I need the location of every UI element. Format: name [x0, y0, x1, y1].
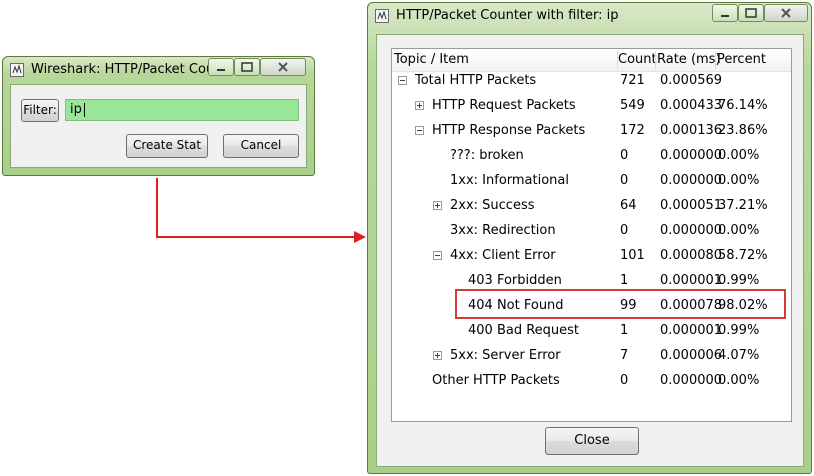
collapse-icon[interactable] — [398, 76, 407, 85]
filter-input[interactable]: ip — [65, 99, 299, 121]
row-label: 400 Bad Request — [468, 323, 580, 338]
row-count: 721 — [620, 73, 645, 88]
row-percent: 58.72% — [718, 248, 768, 263]
row-percent: 23.86% — [718, 123, 768, 138]
row-label: 1xx: Informational — [450, 173, 569, 188]
row-count: 64 — [620, 198, 637, 213]
filter-input-value: ip — [70, 102, 82, 117]
row-label: 2xx: Success — [450, 198, 535, 213]
row-rate: 0.000569 — [660, 73, 723, 88]
cancel-button[interactable]: Cancel — [223, 134, 299, 158]
row-label: 4xx: Client Error — [450, 248, 556, 263]
row-percent: 0.99% — [718, 323, 760, 338]
close-window-button[interactable] — [260, 58, 306, 76]
row-label: HTTP Request Packets — [432, 98, 576, 113]
row-count: 7 — [620, 348, 629, 363]
row-rate: 0.000080 — [660, 248, 723, 263]
row-label: Other HTTP Packets — [432, 373, 560, 388]
stats-tree[interactable]: Topic / Item Count Rate (ms) Percent Tot… — [391, 48, 792, 422]
filter-dialog-titlebar[interactable]: Wireshark: HTTP/Packet Count… — [3, 57, 314, 83]
tree-row[interactable]: 4xx: Client Error 101 0.000080 58.72% — [392, 244, 790, 269]
filter-dialog-window: Wireshark: HTTP/Packet Count… Filter: ip… — [2, 56, 315, 176]
row-label: HTTP Response Packets — [432, 123, 586, 138]
row-rate: 0.000001 — [660, 273, 723, 288]
column-header-count[interactable]: Count — [618, 52, 657, 67]
row-label: 403 Forbidden — [468, 273, 562, 288]
packet-counter-body: Topic / Item Count Rate (ms) Percent Tot… — [376, 34, 804, 467]
tree-row[interactable]: 5xx: Server Error 7 0.000006 4.07% — [392, 344, 790, 369]
row-rate: 0.000136 — [660, 123, 723, 138]
column-header-topic[interactable]: Topic / Item — [394, 52, 469, 67]
column-header-rate[interactable]: Rate (ms) — [657, 52, 721, 67]
row-rate: 0.000433 — [660, 98, 723, 113]
tree-row[interactable]: 2xx: Success 64 0.000051 37.21% — [392, 194, 790, 219]
collapse-icon[interactable] — [433, 251, 442, 260]
row-percent: 0.00% — [718, 148, 760, 163]
row-label: ???: broken — [450, 148, 524, 163]
text-caret — [84, 103, 85, 117]
filter-button[interactable]: Filter: — [21, 99, 59, 122]
maximize-button[interactable] — [234, 58, 260, 76]
row-label: 3xx: Redirection — [450, 223, 556, 238]
arrow-head-icon — [354, 231, 366, 243]
column-divider — [715, 51, 716, 69]
row-count: 1 — [620, 273, 629, 288]
row-percent: 4.07% — [718, 348, 760, 363]
row-count: 172 — [620, 123, 645, 138]
row-count: 1 — [620, 323, 629, 338]
tree-row[interactable]: HTTP Response Packets 172 0.000136 23.86… — [392, 119, 790, 144]
annotation-highlight-box — [455, 289, 786, 319]
wireshark-app-icon — [375, 9, 389, 23]
row-rate: 0.000000 — [660, 223, 723, 238]
filter-dialog-body: Filter: ip Create Stat Cancel — [10, 84, 307, 168]
expand-icon[interactable] — [433, 351, 442, 360]
row-rate: 0.000000 — [660, 148, 723, 163]
tree-row[interactable]: 3xx: Redirection 0 0.000000 0.00% — [392, 219, 790, 244]
packet-counter-window: HTTP/Packet Counter with filter: ip Topi… — [367, 2, 812, 474]
packet-counter-title: HTTP/Packet Counter with filter: ip — [396, 8, 619, 23]
row-count: 0 — [620, 223, 629, 238]
tree-row[interactable]: 1xx: Informational 0 0.000000 0.00% — [392, 169, 790, 194]
row-percent: 37.21% — [718, 198, 768, 213]
row-percent: 76.14% — [718, 98, 768, 113]
tree-row[interactable]: Total HTTP Packets 721 0.000569 — [392, 69, 790, 94]
connector-line — [156, 178, 354, 238]
row-percent: 0.00% — [718, 373, 760, 388]
create-stat-button[interactable]: Create Stat — [126, 134, 208, 158]
row-count: 101 — [620, 248, 645, 263]
row-rate: 0.000000 — [660, 373, 723, 388]
minimize-button[interactable] — [208, 58, 234, 76]
column-header-percent[interactable]: Percent — [717, 52, 766, 67]
maximize-button[interactable] — [738, 4, 764, 22]
close-window-button[interactable] — [764, 4, 808, 22]
row-count: 0 — [620, 173, 629, 188]
row-label: 5xx: Server Error — [450, 348, 561, 363]
row-count: 549 — [620, 98, 645, 113]
expand-icon[interactable] — [433, 201, 442, 210]
tree-row[interactable]: ???: broken 0 0.000000 0.00% — [392, 144, 790, 169]
row-rate: 0.000000 — [660, 173, 723, 188]
row-percent: 0.00% — [718, 173, 760, 188]
row-percent: 0.00% — [718, 223, 760, 238]
expand-icon[interactable] — [415, 101, 424, 110]
row-rate: 0.000006 — [660, 348, 723, 363]
minimize-button[interactable] — [712, 4, 738, 22]
tree-row[interactable]: Other HTTP Packets 0 0.000000 0.00% — [392, 369, 790, 394]
tree-row[interactable]: 400 Bad Request 1 0.000001 0.99% — [392, 319, 790, 344]
collapse-icon[interactable] — [415, 126, 424, 135]
row-rate: 0.000051 — [660, 198, 723, 213]
row-count: 0 — [620, 373, 629, 388]
wireshark-app-icon — [10, 63, 24, 77]
row-percent: 0.99% — [718, 273, 760, 288]
row-label: Total HTTP Packets — [415, 73, 537, 88]
tree-row[interactable]: HTTP Request Packets 549 0.000433 76.14% — [392, 94, 790, 119]
row-count: 0 — [620, 148, 629, 163]
row-rate: 0.000001 — [660, 323, 723, 338]
column-divider — [655, 51, 656, 69]
close-button[interactable]: Close — [545, 427, 639, 455]
packet-counter-titlebar[interactable]: HTTP/Packet Counter with filter: ip — [368, 3, 811, 29]
